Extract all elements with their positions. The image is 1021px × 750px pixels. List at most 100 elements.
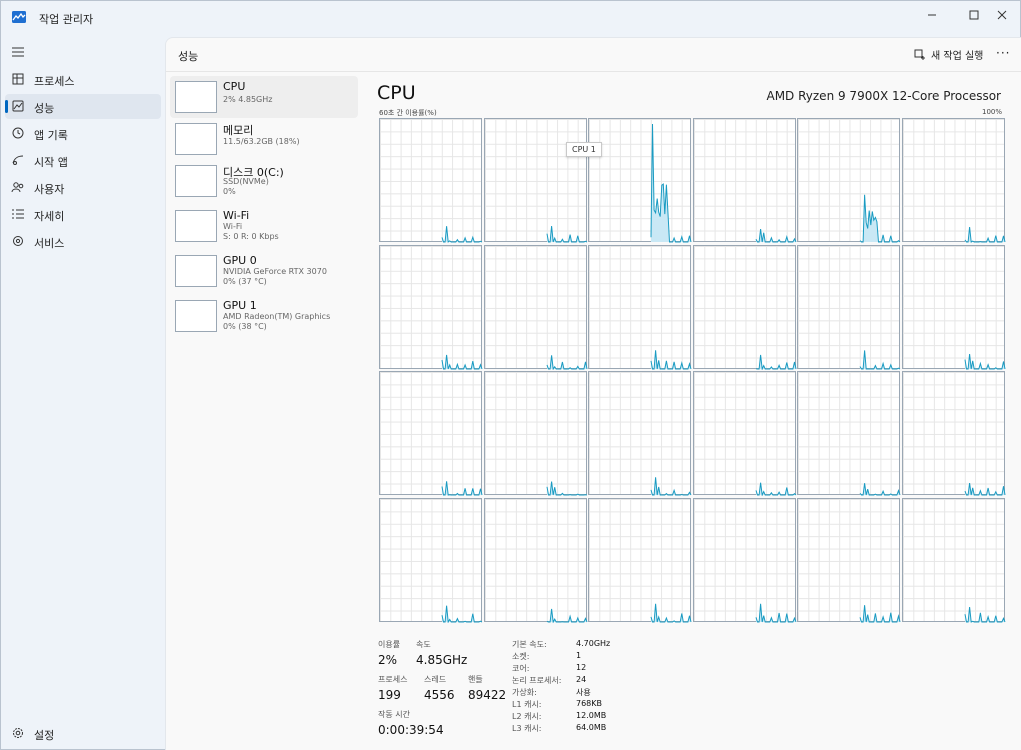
trace-line xyxy=(650,603,692,622)
logical-processor-graphs xyxy=(379,118,1005,623)
core-graph xyxy=(483,497,587,623)
trace-fill xyxy=(651,124,691,242)
nav-item-performance[interactable]: 성능 xyxy=(5,94,161,119)
task-manager-window: 작업 관리자 프로세스 성능 앱 기록 시작 앱 사용자 자세히 서비스 설정 … xyxy=(0,0,1021,750)
trace-line xyxy=(755,603,796,622)
spec-key: 기본 속도: xyxy=(512,640,547,649)
nav-item-label: 시작 앱 xyxy=(34,156,68,169)
hamburger-menu-icon[interactable] xyxy=(11,45,25,59)
performance-icon xyxy=(12,100,24,112)
utilization-label: 이용률 xyxy=(378,640,401,649)
core-utilization-trace xyxy=(546,354,587,370)
device-item-disk[interactable]: 디스크 0(C:) SSD(NVMe) 0% xyxy=(170,160,358,202)
trace-line xyxy=(755,228,796,243)
trace-line xyxy=(859,349,901,370)
device-name: CPU xyxy=(223,80,246,93)
run-new-task-button[interactable]: 새 작업 실행 xyxy=(914,47,983,62)
nav-item-label: 서비스 xyxy=(34,237,65,250)
core-graph xyxy=(379,118,483,243)
device-item-gpu1[interactable]: GPU 1 AMD Radeon(TM) Graphics 0% (38 °C) xyxy=(170,295,358,337)
spec-value: 4.70GHz xyxy=(576,639,611,648)
core-utilization-trace xyxy=(859,483,901,496)
processes-label: 프로세스 xyxy=(378,675,408,684)
device-name: GPU 0 xyxy=(223,254,257,267)
spec-key: 가상화: xyxy=(512,688,537,697)
nav-item-users[interactable]: 사용자 xyxy=(5,175,161,200)
trace-line xyxy=(546,354,587,370)
run-task-label: 새 작업 실행 xyxy=(931,51,984,62)
device-detail: 2% 4.85GHz xyxy=(223,95,273,104)
core-graph xyxy=(379,371,483,496)
threads-value: 4556 xyxy=(424,688,455,702)
device-item-gpu0[interactable]: GPU 0 NVIDIA GeForce RTX 3070 0% (37 °C) xyxy=(170,250,358,292)
services-icon xyxy=(13,236,23,246)
spec-value: 64.0MB xyxy=(576,723,607,732)
core-utilization-trace xyxy=(650,603,692,622)
spec-key: L1 캐시: xyxy=(512,700,542,709)
app-history-icon xyxy=(12,127,24,139)
trace-line xyxy=(755,482,796,496)
device-thumbnail xyxy=(175,123,217,155)
speed-value: 4.85GHz xyxy=(416,653,468,667)
core-utilization-trace xyxy=(964,483,1005,496)
nav-item-app-history[interactable]: 앱 기록 xyxy=(5,121,161,146)
settings-gear-icon xyxy=(13,728,23,738)
device-name: Wi-Fi xyxy=(223,209,250,222)
performance-panel: 성능 새 작업 실행 ··· CPU 2% 4.85GHz 메모리 11.5/6… xyxy=(165,37,1021,750)
device-item-memory[interactable]: 메모리 11.5/63.2GB (18%) xyxy=(170,118,358,160)
spec-value: 1 xyxy=(576,651,582,660)
core-utilization-trace xyxy=(441,605,483,623)
device-detail: S: 0 R: 0 Kbps xyxy=(223,232,279,241)
core-utilization-trace xyxy=(755,228,796,243)
core-utilization-trace xyxy=(441,226,483,243)
close-button[interactable] xyxy=(985,1,1019,29)
nav-item-label: 설정 xyxy=(34,729,55,742)
more-options-button[interactable]: ··· xyxy=(996,46,1010,60)
trace-line xyxy=(441,481,483,496)
nav-item-startup-apps[interactable]: 시작 앱 xyxy=(5,148,161,173)
core-utilization-trace xyxy=(650,477,692,496)
core-utilization-trace xyxy=(546,481,587,496)
device-thumbnail xyxy=(175,81,217,113)
speed-label: 속도 xyxy=(416,640,431,649)
processes-icon xyxy=(12,73,24,85)
core-graph xyxy=(483,244,587,370)
device-item-cpu[interactable]: CPU 2% 4.85GHz xyxy=(170,76,358,118)
startup-apps-icon xyxy=(12,155,24,165)
device-detail: Wi-Fi xyxy=(223,222,243,231)
nav-item-services[interactable]: 서비스 xyxy=(5,229,161,254)
nav-item-label: 자세히 xyxy=(34,210,65,223)
core-utilization-trace xyxy=(755,603,796,622)
spec-value: 12 xyxy=(576,663,587,672)
spec-key: 논리 프로세서: xyxy=(512,676,562,685)
window-title: 작업 관리자 xyxy=(39,13,94,26)
core-graph xyxy=(483,371,587,496)
left-navigation: 프로세스 성능 앱 기록 시작 앱 사용자 자세히 서비스 설정 xyxy=(1,35,165,750)
active-indicator xyxy=(5,100,8,113)
core-utilization-trace xyxy=(859,194,901,243)
device-item-wifi[interactable]: Wi-Fi Wi-Fi S: 0 R: 0 Kbps xyxy=(170,205,358,247)
minimize-icon xyxy=(928,14,936,16)
panel-header: 성능 새 작업 실행 ··· xyxy=(166,38,1021,72)
trace-line xyxy=(441,354,483,369)
handles-value: 89422 xyxy=(468,688,507,702)
spec-value: 사용 xyxy=(576,688,591,697)
spec-value: 12.0MB xyxy=(576,711,607,720)
core-utilization-trace xyxy=(755,354,796,370)
nav-item-processes[interactable]: 프로세스 xyxy=(5,67,161,92)
core-graph xyxy=(379,244,483,369)
spec-key: L3 캐시: xyxy=(512,724,542,733)
nav-item-details[interactable]: 자세히 xyxy=(5,202,161,227)
trace-line xyxy=(755,354,796,370)
core-utilization-trace xyxy=(964,226,1005,243)
uptime-value: 0:00:39:54 xyxy=(378,723,444,737)
title-bar: 작업 관리자 xyxy=(1,1,1020,35)
core-graph xyxy=(483,118,587,243)
device-detail: SSD(NVMe) xyxy=(223,177,269,186)
core-graph xyxy=(797,497,901,622)
minimize-button[interactable] xyxy=(915,1,949,29)
nav-item-settings[interactable]: 설정 xyxy=(5,721,161,746)
core-graph xyxy=(692,118,796,243)
device-thumbnail xyxy=(175,300,217,332)
core-utilization-trace xyxy=(755,482,796,496)
